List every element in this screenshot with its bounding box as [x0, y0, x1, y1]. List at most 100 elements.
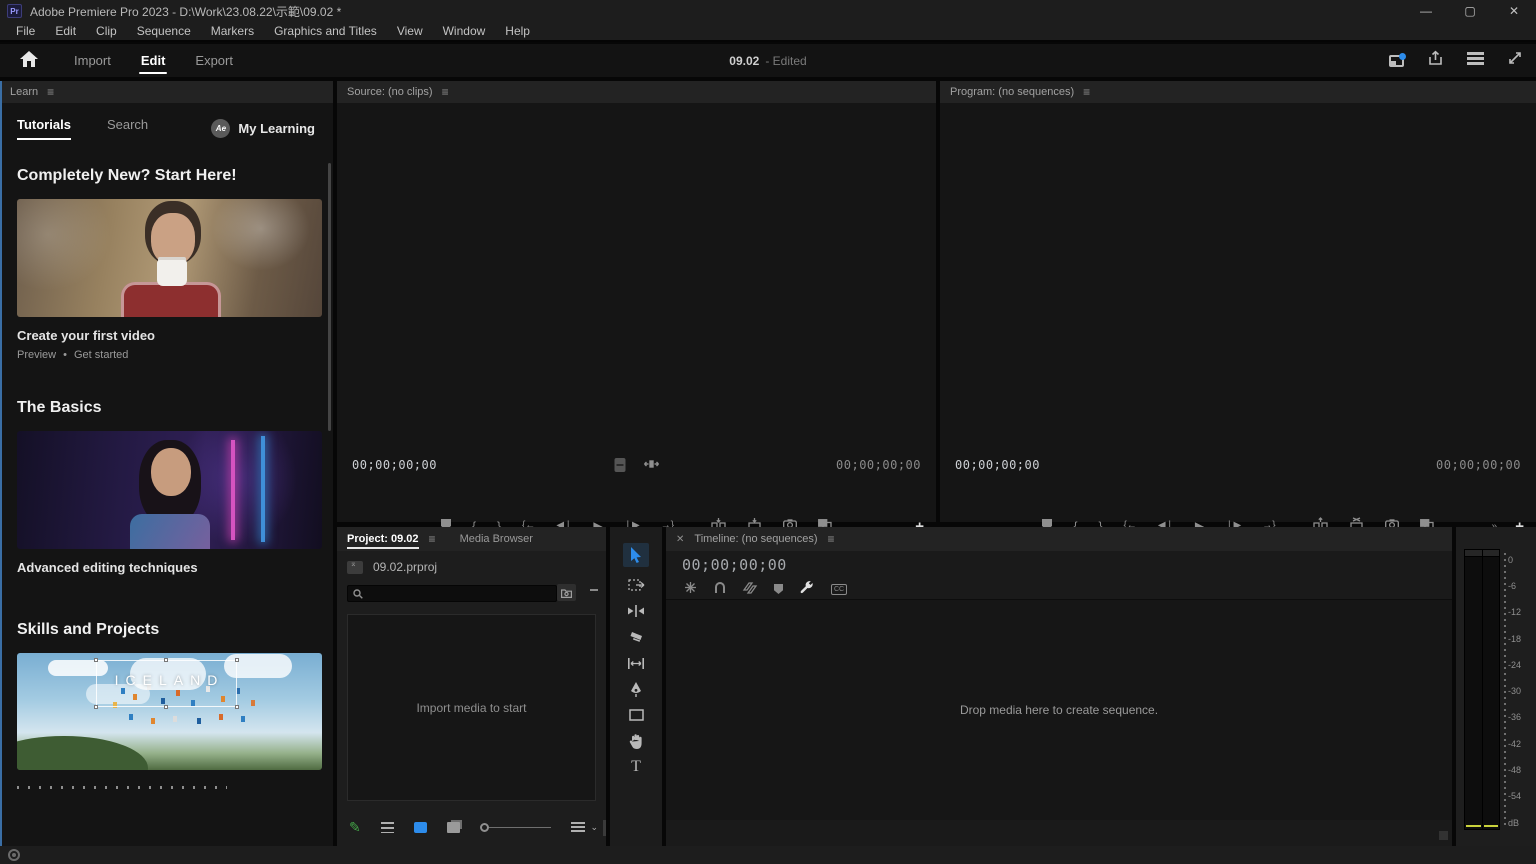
meter-bar-right	[1483, 550, 1500, 829]
meter-bar-left	[1465, 550, 1482, 829]
my-learning-icon: Ae	[211, 119, 230, 138]
get-started-link[interactable]: Get started	[74, 349, 128, 361]
collapse-icon[interactable]	[590, 589, 598, 591]
slider-knob[interactable]	[480, 823, 489, 832]
panel-menu-icon[interactable]: ≡	[47, 86, 54, 98]
menu-file[interactable]: File	[6, 21, 45, 41]
close-panel-icon[interactable]: ✕	[676, 534, 684, 545]
meter-tick-label: -30	[1508, 686, 1532, 696]
panel-menu-icon[interactable]: ≡	[828, 533, 835, 545]
learn-scrollbar[interactable]	[328, 163, 331, 431]
sync-status-icon[interactable]	[8, 849, 20, 861]
tutorial-thumbnail-advanced-editing[interactable]	[17, 431, 322, 549]
workspace-header: Import Edit Export 09.02 - Edited	[0, 44, 1536, 77]
meter-tick-label: -54	[1508, 791, 1532, 801]
rectangle-tool[interactable]	[623, 703, 649, 727]
document-title: 09.02	[729, 54, 759, 68]
close-button[interactable]: ✕	[1492, 0, 1536, 22]
restore-button[interactable]: ▢	[1448, 0, 1492, 22]
freeform-view-icon[interactable]	[447, 822, 461, 833]
tab-search[interactable]: Search	[107, 117, 148, 140]
source-panel-title: Source: (no clips)	[347, 86, 433, 98]
track-select-forward-tool[interactable]	[623, 573, 649, 597]
icon-view-icon[interactable]	[414, 822, 427, 833]
tools-panel: T	[610, 527, 662, 846]
timeline-panel-title: Timeline: (no sequences)	[694, 533, 817, 545]
menu-clip[interactable]: Clip	[86, 21, 127, 41]
project-root-icon[interactable]	[347, 561, 363, 574]
thumbnail-zoom-slider[interactable]	[480, 823, 551, 832]
pen-tool[interactable]	[623, 677, 649, 701]
menu-window[interactable]: Window	[433, 21, 496, 41]
notification-dot	[1399, 53, 1406, 60]
tab-import[interactable]: Import	[60, 44, 125, 77]
minimize-button[interactable]: —	[1404, 0, 1448, 22]
thumbnail-overlay-text: ICELAND	[17, 672, 322, 688]
drag-video-icon[interactable]	[643, 456, 659, 474]
tutorial-thumbnail-first-video[interactable]	[17, 199, 322, 317]
quick-export-icon[interactable]	[1389, 55, 1404, 67]
tab-tutorials[interactable]: Tutorials	[17, 117, 71, 140]
timeline-timecode[interactable]: 00;00;00;00	[682, 556, 787, 574]
menu-view[interactable]: View	[387, 21, 433, 41]
list-view-icon[interactable]	[381, 822, 395, 833]
slider-track	[489, 827, 551, 828]
linked-selection-icon[interactable]	[743, 581, 757, 599]
zoom-level-select-icon[interactable]	[614, 458, 625, 472]
nest-toggle-icon[interactable]	[684, 581, 697, 599]
selection-tool[interactable]	[623, 543, 649, 567]
menu-sequence[interactable]: Sequence	[127, 21, 201, 41]
meter-tick-label: -24	[1508, 660, 1532, 670]
tab-export[interactable]: Export	[181, 44, 247, 77]
fullscreen-icon[interactable]	[1508, 51, 1522, 70]
search-input[interactable]	[368, 588, 548, 600]
project-drop-zone[interactable]: Import media to start	[347, 614, 596, 801]
writable-pencil-icon[interactable]: ✎	[349, 819, 361, 836]
menu-graphics-titles[interactable]: Graphics and Titles	[264, 21, 387, 41]
project-search-box[interactable]	[347, 585, 557, 602]
snap-magnet-icon[interactable]	[714, 581, 726, 599]
menu-bar: File Edit Clip Sequence Markers Graphics…	[0, 22, 1536, 42]
audio-level-bars[interactable]	[1464, 549, 1500, 830]
program-current-timecode[interactable]: 00;00;00;00	[955, 458, 1040, 472]
sort-icons-button[interactable]: ⌄	[571, 822, 598, 833]
timeline-scrollbar-corner[interactable]	[1439, 831, 1448, 840]
menu-markers[interactable]: Markers	[201, 21, 264, 41]
timeline-drop-zone[interactable]: Drop media here to create sequence.	[666, 599, 1452, 820]
find-in-project-icon[interactable]	[557, 584, 576, 601]
meter-tick-label: -18	[1508, 634, 1532, 644]
home-icon[interactable]	[20, 51, 38, 72]
tutorial-thumbnail-iceland[interactable]: ICELAND	[17, 653, 322, 770]
tab-edit[interactable]: Edit	[127, 44, 180, 77]
my-learning-button[interactable]: Ae My Learning	[211, 119, 315, 138]
timeline-settings-wrench-icon[interactable]	[800, 580, 814, 599]
captions-visibility-icon[interactable]: CC	[831, 584, 847, 595]
tutorial-title[interactable]: Create your first video	[17, 328, 333, 343]
panel-menu-icon[interactable]: ≡	[442, 86, 449, 98]
tab-project[interactable]: Project: 09.02	[347, 527, 419, 551]
ripple-edit-tool[interactable]	[623, 599, 649, 623]
hand-tool[interactable]	[623, 729, 649, 753]
workspaces-icon[interactable]	[1467, 52, 1484, 70]
bullet-separator: •	[63, 349, 67, 361]
panel-menu-icon[interactable]: ≡	[429, 533, 436, 545]
tutorial-title[interactable]: Advanced editing techniques	[17, 560, 333, 575]
slip-tool[interactable]	[623, 651, 649, 675]
add-marker-icon[interactable]	[774, 581, 783, 599]
menu-edit[interactable]: Edit	[45, 21, 86, 41]
panel-resize-handle[interactable]	[603, 820, 606, 836]
share-icon[interactable]	[1428, 51, 1443, 71]
source-current-timecode[interactable]: 00;00;00;00	[352, 458, 437, 472]
tab-media-browser[interactable]: Media Browser	[460, 527, 533, 551]
thumbnail-art	[130, 514, 210, 549]
program-duration-timecode: 00;00;00;00	[1436, 458, 1521, 472]
menu-help[interactable]: Help	[495, 21, 540, 41]
project-filename[interactable]: 09.02.prproj	[373, 560, 437, 574]
panel-focus-edge	[0, 81, 2, 846]
preview-link[interactable]: Preview	[17, 349, 56, 361]
razor-tool[interactable]	[623, 625, 649, 649]
type-tool[interactable]: T	[623, 755, 649, 779]
panel-menu-icon[interactable]: ≡	[1083, 86, 1090, 98]
sort-lines-icon	[571, 822, 585, 832]
meter-tick-label: -36	[1508, 712, 1532, 722]
